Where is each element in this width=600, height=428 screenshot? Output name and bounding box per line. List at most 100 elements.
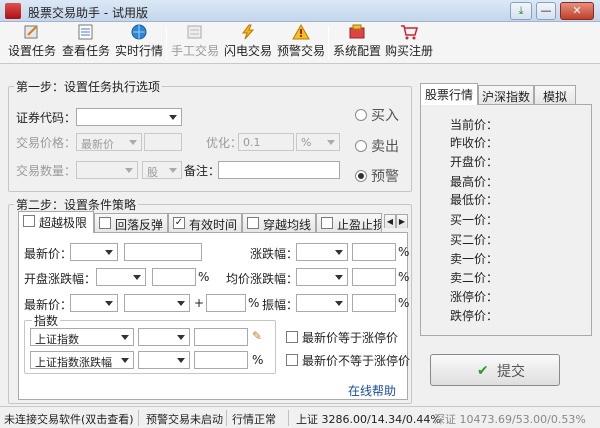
toolbar-button-settings-task[interactable]: 设置任务 <box>6 24 58 62</box>
toolbar-button-alert-trade[interactable]: 预警交易 <box>276 23 326 62</box>
sell-radio-label[interactable]: 卖出 <box>371 136 399 156</box>
toolbar-button-quote[interactable]: 实时行情 <box>114 24 164 62</box>
optimize-unit-select[interactable]: % <box>296 133 340 151</box>
status-separator <box>138 410 139 426</box>
tab-label: 沪深指数 <box>482 90 531 104</box>
qty-unit-select[interactable]: 股 <box>142 161 182 179</box>
quote-open: 开盘价： <box>450 155 499 169</box>
optimize-input[interactable]: 0.1 <box>238 133 294 151</box>
trade-qty-label: 交易数量： <box>16 164 77 178</box>
download-icon[interactable]: ⤓ <box>510 2 532 20</box>
security-code-combobox[interactable] <box>76 108 182 126</box>
open-pct-op-select[interactable] <box>96 268 146 286</box>
index-op-select[interactable] <box>138 328 190 346</box>
submit-button[interactable]: ✔ 提交 <box>430 354 560 386</box>
pct-unit: % <box>198 270 210 284</box>
index-pct-select-value: 上证指数涨跌幅 <box>35 356 112 369</box>
status-sz-index: 深证 10473.69/53.00/0.53% <box>434 413 586 426</box>
latest-price2-op-select[interactable] <box>70 294 118 312</box>
chevron-down-icon <box>105 250 113 255</box>
minimize-button[interactable]: — <box>536 2 556 20</box>
quote-bid1: 买一价： <box>450 213 499 227</box>
buy-radio[interactable] <box>355 109 367 121</box>
amplitude-op-select[interactable] <box>296 294 348 312</box>
tab-label: 回落反弹 <box>115 218 164 232</box>
toolbar-label: 系统配置 <box>332 44 381 58</box>
trade-qty-select[interactable] <box>76 161 138 179</box>
pct-unit: % <box>398 270 410 284</box>
quote-prev-close: 昨收价： <box>450 136 499 150</box>
open-pct-input[interactable] <box>152 268 196 286</box>
latest-price-input[interactable] <box>124 243 202 261</box>
buy-radio-label[interactable]: 买入 <box>371 105 399 125</box>
tab-pullback[interactable]: 回落反弹 <box>94 213 168 233</box>
title-bar[interactable]: 股票交易助手 - 试用版 ⤓ — ✕ <box>0 0 600 22</box>
tab-valid-time[interactable]: ✓ 有效时间 <box>168 213 242 233</box>
tab-cross-ma[interactable]: 穿越均线 <box>242 213 316 233</box>
close-button[interactable]: ✕ <box>560 2 594 20</box>
trade-price-value: 最新价 <box>81 138 114 151</box>
alert-radio-label[interactable]: 预警 <box>371 166 399 186</box>
tab-simulate[interactable]: 模拟 <box>534 85 576 105</box>
trade-price-input[interactable] <box>144 133 182 151</box>
amplitude-input[interactable] <box>352 294 396 312</box>
index-pct-op-select[interactable] <box>138 351 190 369</box>
online-help-link[interactable]: 在线帮助 <box>348 382 396 399</box>
tab-checkbox[interactable] <box>23 215 35 227</box>
eq-limit-up-checkbox[interactable] <box>286 331 298 343</box>
tab-limit-break[interactable]: 超越极限 <box>18 211 94 233</box>
toolbar-button-view-task[interactable]: 查看任务 <box>60 24 112 62</box>
tab-stock-quote[interactable]: 股票行情 <box>420 83 478 105</box>
fall-pct-op-select[interactable] <box>296 243 348 261</box>
tab-label: 有效时间 <box>189 218 238 232</box>
index-pct-select[interactable]: 上证指数涨跌幅 <box>30 351 134 369</box>
tab-checkbox[interactable]: ✓ <box>173 217 185 229</box>
eq-limit-up-label[interactable]: 最新价等于涨停价 <box>302 329 398 346</box>
edit-icon[interactable]: ✎ <box>252 329 262 343</box>
tab-stop[interactable]: 止盈止损 <box>316 213 382 233</box>
index-pct-input[interactable] <box>194 351 248 369</box>
neq-limit-up-checkbox[interactable] <box>286 354 298 366</box>
sell-radio[interactable] <box>355 140 367 152</box>
toolbar-label: 实时行情 <box>114 44 163 58</box>
cart-icon <box>400 24 418 40</box>
trade-price-select[interactable]: 最新价 <box>76 133 142 151</box>
latest-price2-offset-input[interactable] <box>206 294 246 312</box>
toolbar-separator <box>328 26 329 60</box>
step1-title: 第一步：设置任务执行选项 <box>14 78 163 95</box>
toolbar-button-system-config[interactable]: 系统配置 <box>332 24 382 62</box>
latest-price2-ref-select[interactable] <box>124 294 190 312</box>
status-bar: 未连接交易软件(双击查看) 预警交易未启动 行情正常 上证 3286.00/14… <box>0 406 600 428</box>
tab-label: 模拟 <box>543 90 568 104</box>
optimize-label: 优化： <box>206 136 243 150</box>
optimize-unit-value: % <box>301 136 312 149</box>
neq-limit-up-label[interactable]: 最新价不等于涨停价 <box>302 352 410 369</box>
index-select[interactable]: 上证指数 <box>30 328 134 346</box>
status-sh-index: 上证 3286.00/14.34/0.44% <box>296 413 441 426</box>
chevron-down-icon <box>335 301 343 306</box>
index-value-input[interactable] <box>194 328 248 346</box>
tab-checkbox[interactable] <box>247 217 259 229</box>
fall-pct-input[interactable] <box>352 243 396 261</box>
note-input[interactable] <box>218 161 340 179</box>
toolbar-button-manual-trade[interactable]: 手工交易 <box>170 24 220 62</box>
toolbar-button-lightning-trade[interactable]: 闪电交易 <box>222 24 274 62</box>
avg-pct-op-select[interactable] <box>296 268 348 286</box>
tab-sh-sz-index[interactable]: 沪深指数 <box>478 85 534 105</box>
index-select-value: 上证指数 <box>35 333 79 346</box>
tab-scroll-left[interactable]: ◀ <box>384 214 396 228</box>
tab-checkbox[interactable] <box>321 217 333 229</box>
avg-pct-label: 均价涨跌幅： <box>226 272 299 286</box>
toolbar-button-buy-register[interactable]: 购买注册 <box>384 24 434 62</box>
tab-scroll-right[interactable]: ▶ <box>396 214 408 228</box>
tab-checkbox[interactable] <box>99 217 111 229</box>
index-group-title: 指数 <box>32 312 61 329</box>
avg-pct-input[interactable] <box>352 268 396 286</box>
status-market: 行情正常 <box>232 413 276 426</box>
latest-price-op-select[interactable] <box>70 243 118 261</box>
status-connection[interactable]: 未连接交易软件(双击查看) <box>4 411 134 427</box>
submit-icon: ✔ <box>477 363 489 379</box>
chevron-down-icon <box>129 140 137 145</box>
alert-radio[interactable] <box>355 170 367 182</box>
manual-trade-icon <box>186 24 204 40</box>
